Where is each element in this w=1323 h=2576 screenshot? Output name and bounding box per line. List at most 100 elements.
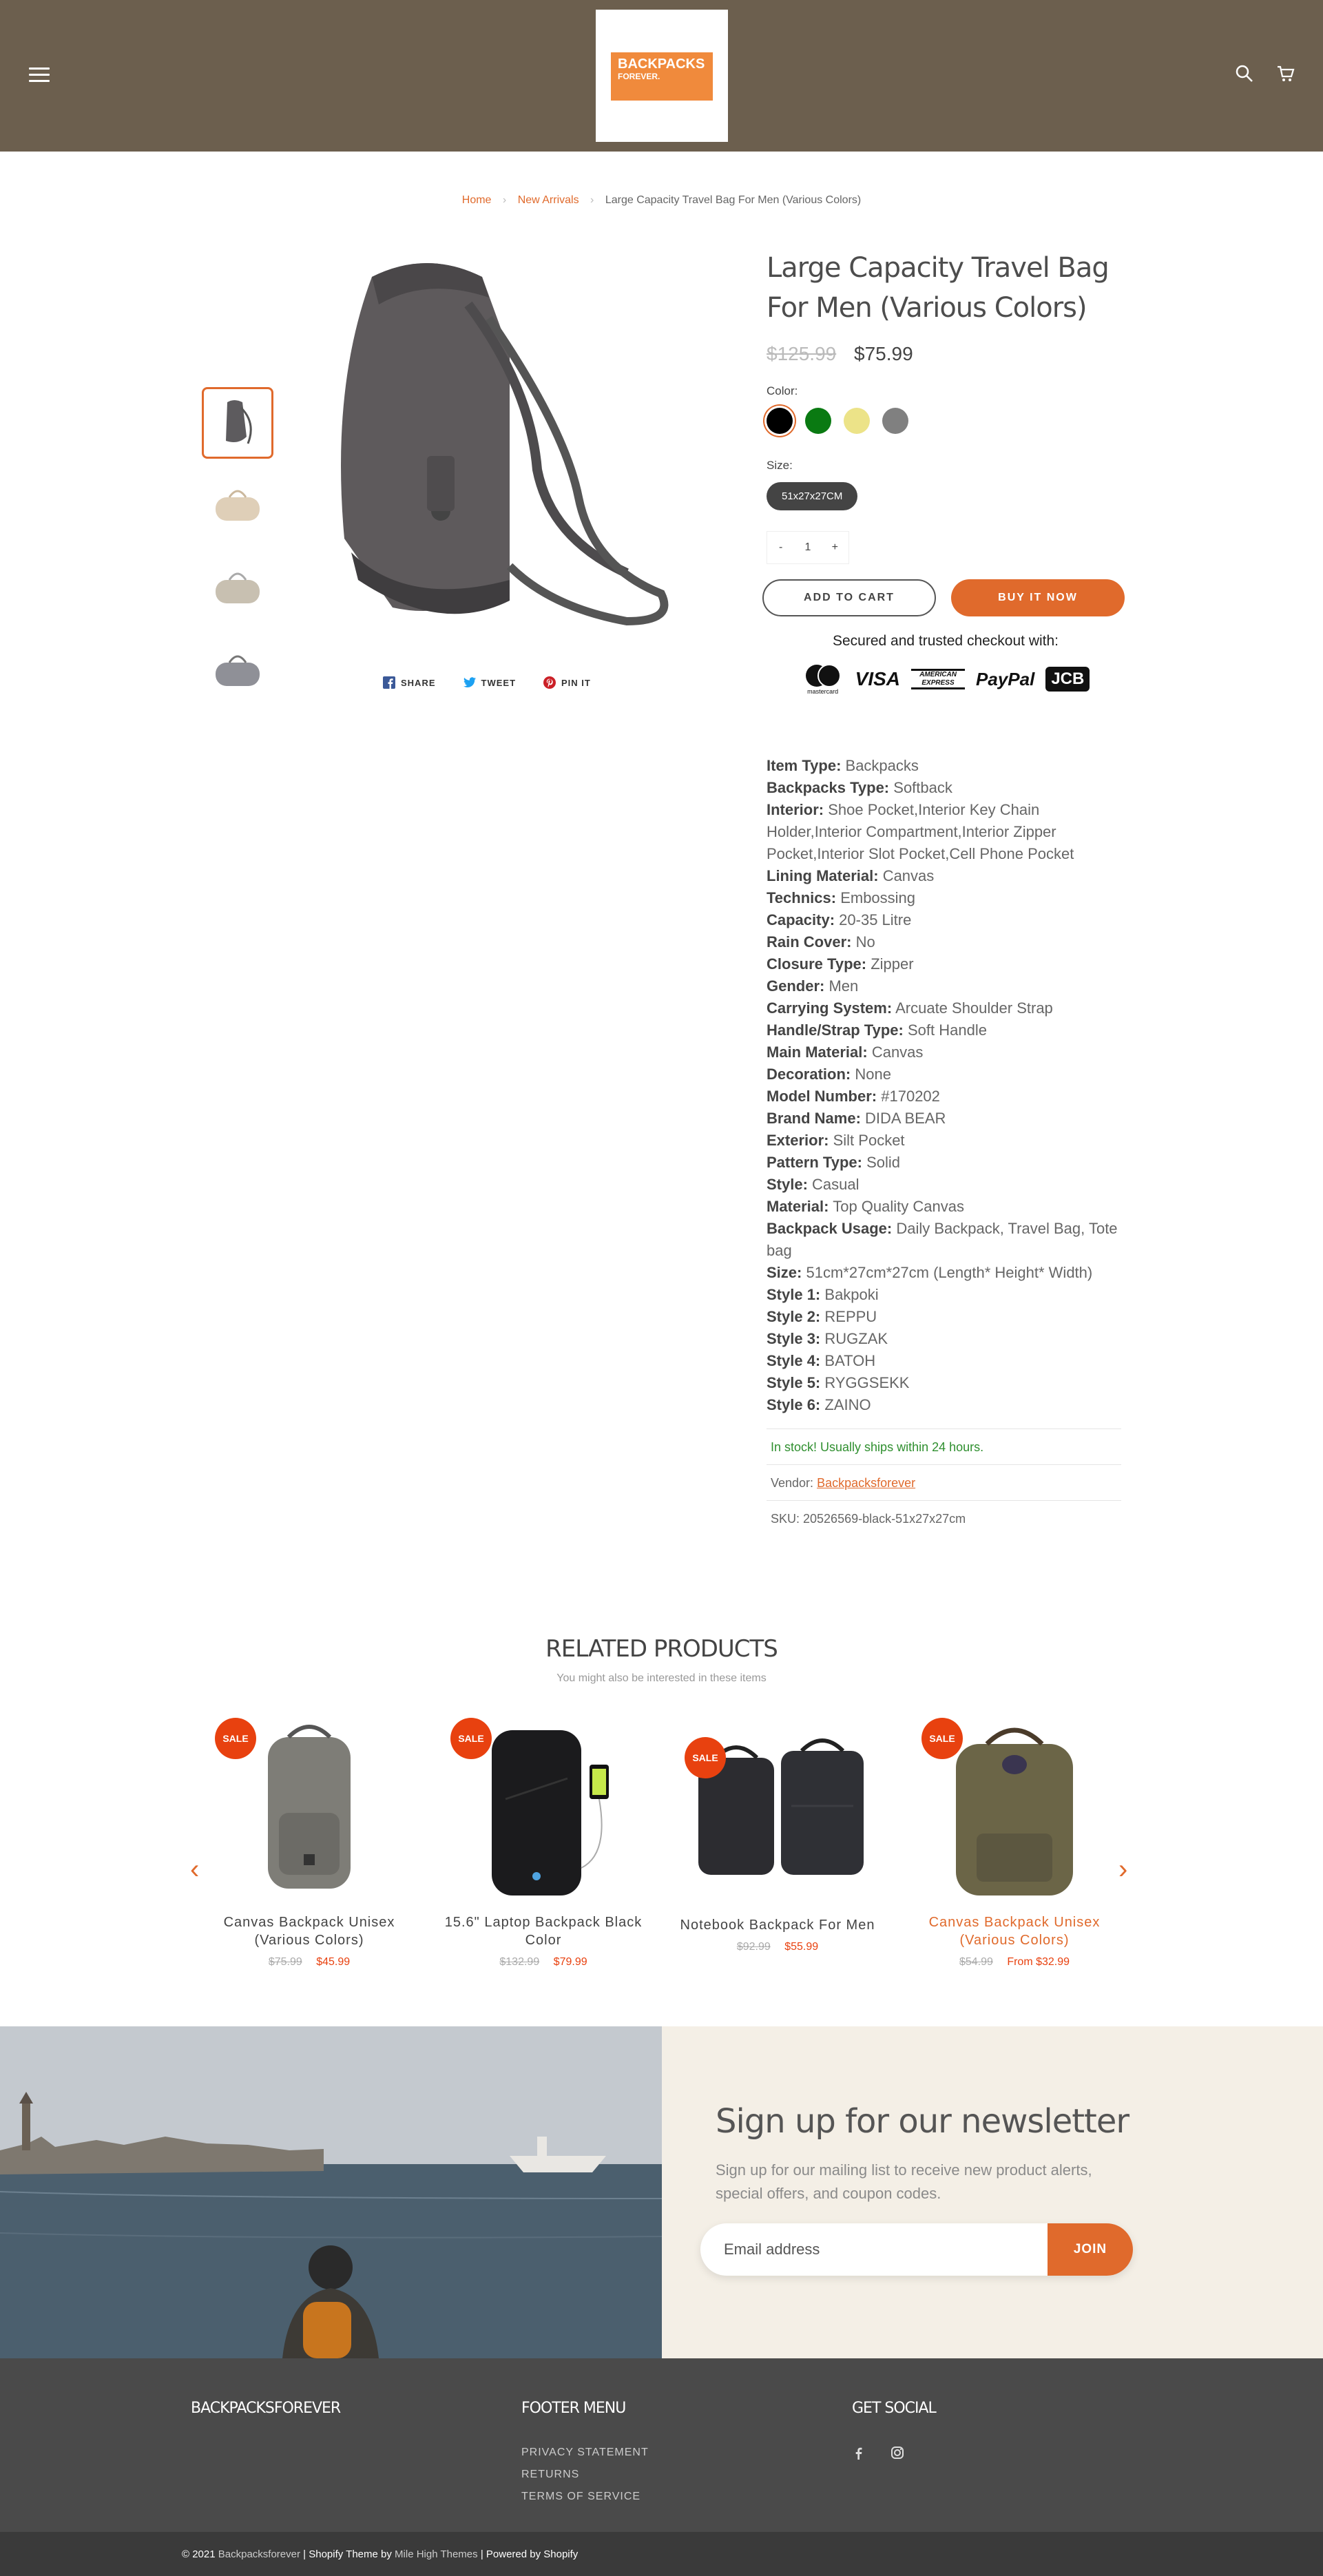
product-name[interactable]: 15.6" Laptop Backpack Black Color (444, 1913, 643, 1949)
size-option[interactable]: 51x27x27CM (767, 482, 858, 510)
bag-image (216, 655, 260, 686)
cart-icon[interactable] (1275, 63, 1296, 84)
visa-icon: VISA (855, 668, 901, 689)
shopify-text: | Shopify (303, 2548, 344, 2560)
mastercard-icon: mastercard (802, 663, 844, 695)
footer-link-terms[interactable]: TERMS OF SERVICE (521, 2486, 649, 2508)
product-card[interactable]: SALE Canvas Backpack Unisex (Various Col… (915, 1710, 1114, 1969)
copyright-bar: © 2021 Backpacksforever | Shopify Theme … (0, 2532, 1323, 2576)
product-card[interactable]: SALE 15.6" Laptop Backpack Black Color $… (444, 1710, 643, 1969)
breadcrumb: Home › New Arrivals › Large Capacity Tra… (0, 194, 1323, 207)
breadcrumb-current: Large Capacity Travel Bag For Men (Vario… (605, 194, 862, 206)
spec-row: Rain Cover: No (767, 931, 1125, 953)
spec-key: Closure Type: (767, 955, 867, 973)
color-swatch[interactable] (767, 408, 793, 434)
color-swatch[interactable] (805, 408, 831, 434)
spec-value: Canvas (882, 867, 935, 884)
sale-badge: SALE (215, 1718, 256, 1759)
footer-link-privacy[interactable]: PRIVACY STATEMENT (521, 2442, 649, 2464)
spec-value: #170202 (881, 1088, 940, 1105)
product-main-image[interactable] (303, 249, 716, 642)
product-was-price: $75.99 (268, 1956, 302, 1968)
spec-key: Main Material: (767, 1043, 868, 1061)
breadcrumb-home[interactable]: Home (462, 194, 492, 206)
vendor-label: Vendor: (771, 1476, 814, 1490)
footer-social-col: GET SOCIAL (852, 2400, 937, 2460)
sku: SKU: 20526569-black-51x27x27cm (767, 1500, 1121, 1536)
thumbnail-3[interactable] (202, 552, 273, 624)
spec-value: Embossing (840, 889, 916, 906)
thumbnail-1[interactable] (202, 387, 273, 459)
breadcrumb-category[interactable]: New Arrivals (518, 194, 579, 206)
spec-key: Style 6: (767, 1396, 821, 1413)
product-was-price: $54.99 (959, 1956, 993, 1968)
carousel-prev-icon[interactable]: ‹ (190, 1854, 199, 1885)
copyright-text: © 2021 Backpacksforever | Shopify Theme … (182, 2548, 578, 2560)
spec-row: Closure Type: Zipper (767, 953, 1125, 975)
qty-decrease-button[interactable]: - (767, 532, 794, 563)
thumbnail-4[interactable] (202, 635, 273, 707)
spec-value: Top Quality Canvas (833, 1198, 964, 1215)
spec-row: Style 2: REPPU (767, 1306, 1125, 1328)
color-swatch[interactable] (882, 408, 908, 434)
spec-value: Soft Handle (907, 1021, 987, 1039)
thumbnail-2[interactable] (202, 470, 273, 541)
spec-row: Backpacks Type: Softback (767, 777, 1125, 799)
product-card[interactable]: SALE Notebook Backpack For Men $92.99 $5… (678, 1710, 877, 1953)
theme-author-link[interactable]: Mile High Themes (395, 2548, 478, 2560)
qty-value[interactable]: 1 (794, 532, 821, 563)
product-was-price: $92.99 (736, 1941, 771, 1953)
spec-row: Technics: Embossing (767, 887, 1125, 909)
buy-now-button[interactable]: BUY IT NOW (951, 579, 1125, 616)
product-now-price: $79.99 (553, 1956, 587, 1968)
product-name[interactable]: Canvas Backpack Unisex (Various Colors) (209, 1913, 409, 1949)
facebook-icon[interactable] (852, 2446, 866, 2460)
product-was-price: $132.99 (499, 1956, 540, 1968)
product-name[interactable]: Notebook Backpack For Men (678, 1916, 877, 1934)
related-title: RELATED PRODUCTS (545, 1635, 778, 1663)
site-header: BACKPACKS FOREVER. (0, 0, 1323, 152)
related-subtitle: You might also be interested in these it… (556, 1672, 767, 1684)
mastercard-label: mastercard (807, 688, 839, 695)
spec-row: Style 3: RUGZAK (767, 1328, 1125, 1350)
breadcrumb-chevron-icon: › (502, 194, 507, 206)
store-logo[interactable]: BACKPACKS FOREVER. (596, 10, 728, 142)
jcb-icon: JCB (1045, 667, 1090, 692)
spec-value: Casual (812, 1176, 860, 1193)
copyright-brand-link[interactable]: Backpacksforever (218, 2548, 300, 2560)
size-label: Size: (767, 459, 793, 472)
search-icon[interactable] (1234, 63, 1255, 84)
spec-value: 51cm*27cm*27cm (Length* Height* Width) (806, 1264, 1093, 1281)
amex-icon: AMERICAN EXPRESS (911, 669, 966, 689)
color-swatch[interactable] (844, 408, 870, 434)
spec-key: Pattern Type: (767, 1154, 862, 1171)
spec-key: Backpack Usage: (767, 1220, 893, 1237)
email-field[interactable] (724, 2237, 1027, 2262)
product-name[interactable]: Canvas Backpack Unisex (Various Colors) (915, 1913, 1114, 1949)
product-specs: Item Type: Backpacks Backpacks Type: Soft… (767, 755, 1125, 1416)
share-pinterest[interactable]: PIN IT (543, 676, 591, 689)
spec-key: Backpacks Type: (767, 779, 890, 796)
sale-badge: SALE (921, 1718, 963, 1759)
social-links (852, 2446, 936, 2460)
footer-link-returns[interactable]: RETURNS (521, 2464, 649, 2486)
payment-methods: mastercard VISA AMERICAN EXPRESS PayPal … (767, 663, 1125, 695)
add-to-cart-button[interactable]: ADD TO CART (762, 579, 936, 616)
instagram-icon[interactable] (890, 2446, 904, 2460)
vendor-link[interactable]: Backpacksforever (817, 1476, 915, 1490)
spec-row: Size: 51cm*27cm*27cm (Length* Height* Wi… (767, 1262, 1125, 1284)
share-facebook[interactable]: SHARE (383, 676, 436, 689)
join-button[interactable]: JOIN (1048, 2223, 1133, 2276)
spec-key: Item Type: (767, 757, 842, 774)
pin-label: PIN IT (561, 677, 591, 688)
product-price: $132.99 $79.99 (444, 1956, 643, 1969)
menu-icon[interactable] (29, 67, 50, 83)
share-twitter[interactable]: TWEET (463, 676, 517, 689)
copyright-year: © 2021 (182, 2548, 216, 2560)
product-price: $75.99 $45.99 (209, 1956, 409, 1969)
spec-key: Capacity: (767, 911, 835, 928)
product-card[interactable]: SALE Canvas Backpack Unisex (Various Col… (209, 1710, 409, 1969)
newsletter-image (0, 2026, 662, 2358)
product-now-price: $55.99 (784, 1941, 819, 1953)
qty-increase-button[interactable]: + (822, 532, 848, 563)
